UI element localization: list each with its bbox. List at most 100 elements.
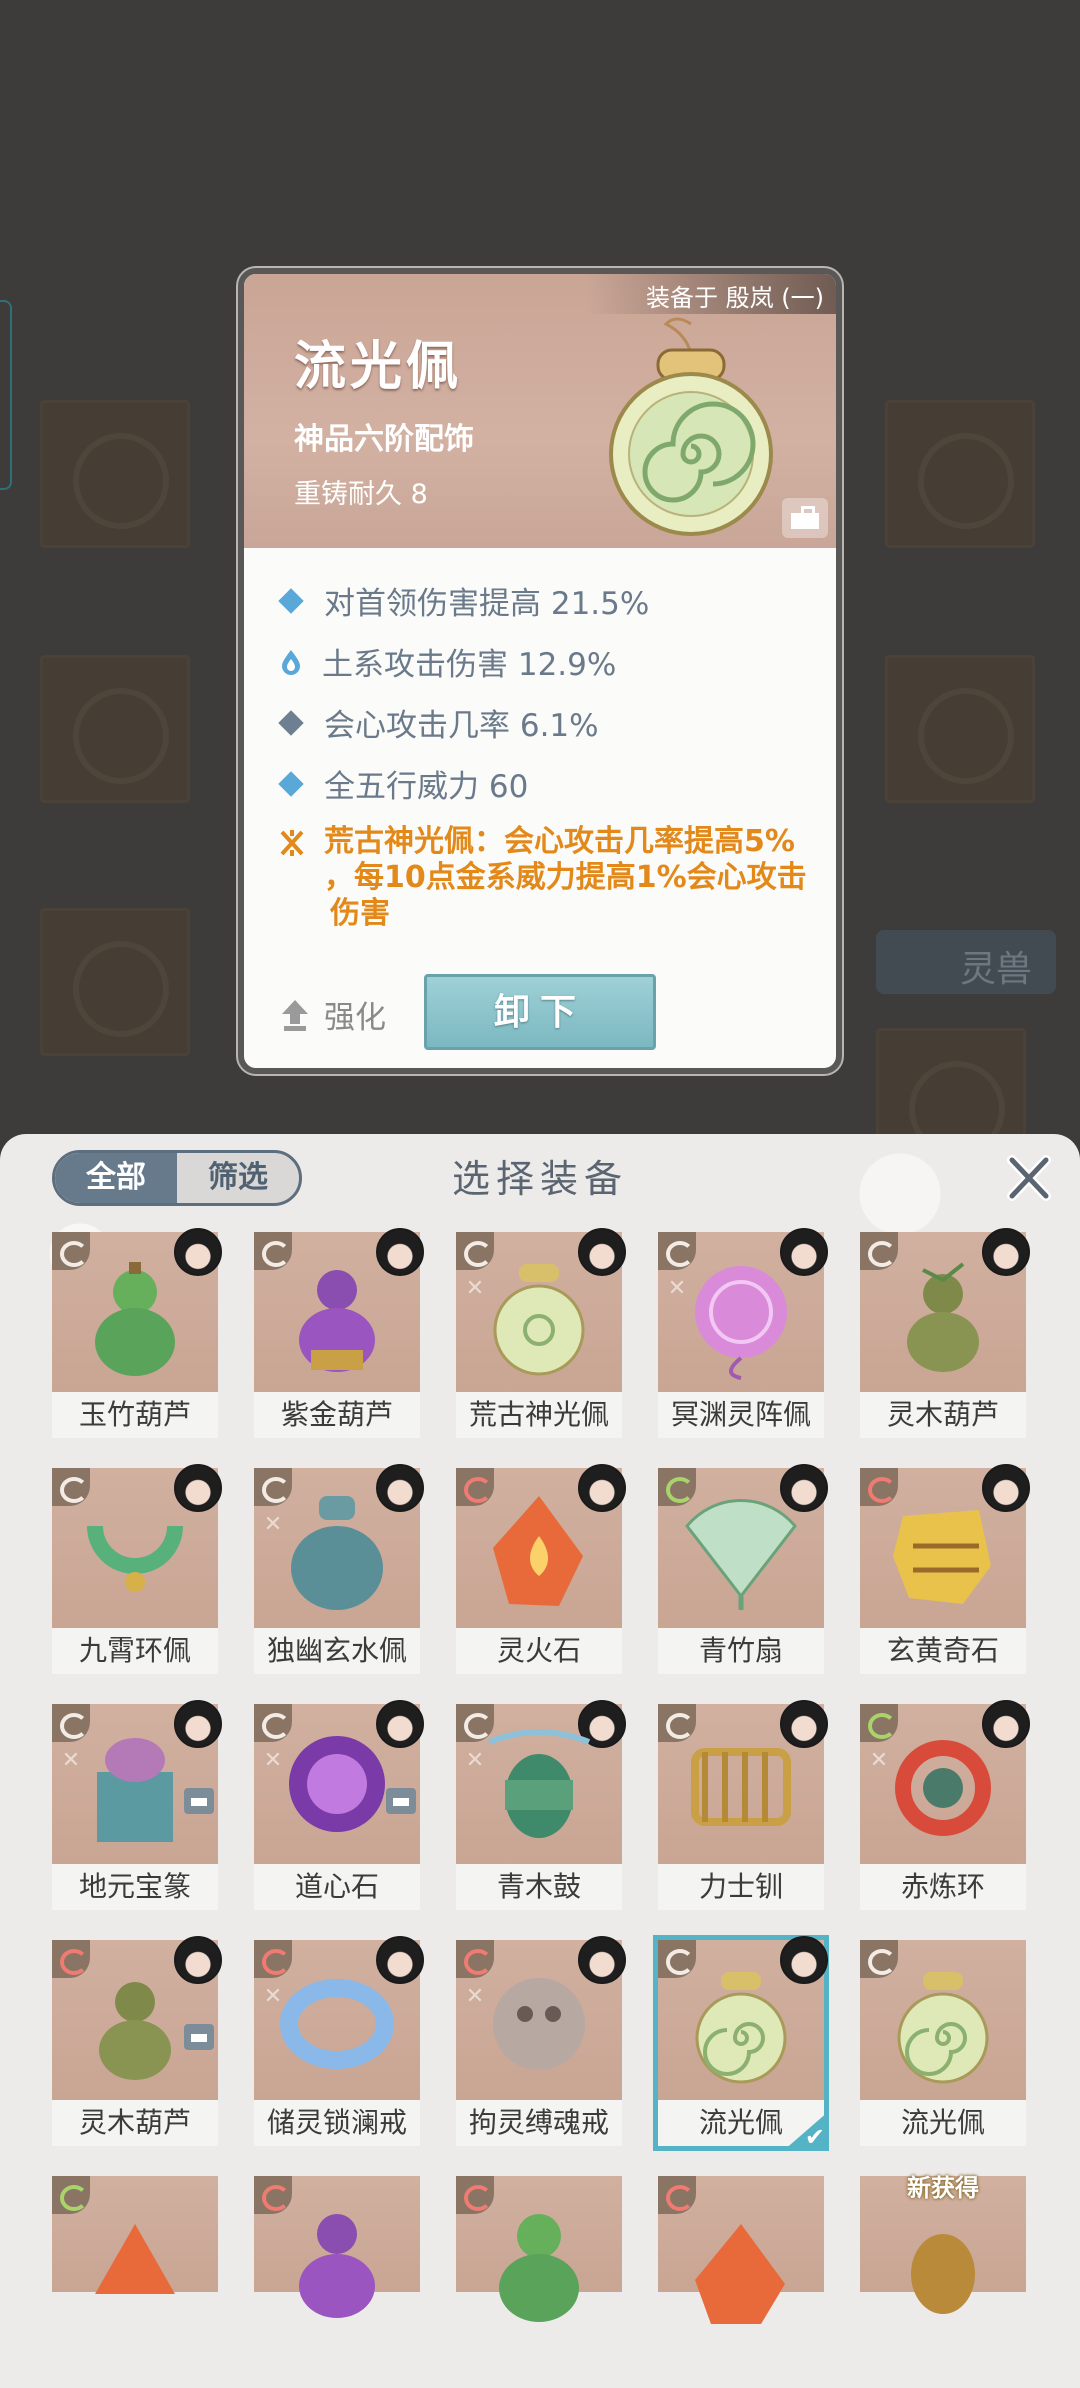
fire-stone-icon bbox=[493, 1496, 583, 1606]
equipment-tile[interactable] bbox=[658, 2176, 824, 2324]
equipment-tile[interactable]: ✕ 拘灵缚魂戒 bbox=[456, 1936, 626, 2146]
equipment-select-panel: 全部 筛选 选择装备 玉竹葫芦 紫金葫芦 ✕ 荒古神光佩 ✕ 冥渊灵阵佩 灵木葫… bbox=[0, 1134, 1080, 2388]
water-pendant-icon bbox=[291, 1496, 383, 1610]
gourd-icon bbox=[907, 1262, 979, 1372]
equipment-tile[interactable]: ✕ 独幽玄水佩 bbox=[254, 1464, 424, 1674]
seal-icon bbox=[97, 1738, 173, 1842]
stat-row: 土系攻击伤害 12.9% bbox=[274, 631, 814, 692]
equipment-tile[interactable]: 力士钏 bbox=[658, 1700, 828, 1910]
tile-label: 独幽玄水佩 bbox=[254, 1628, 420, 1674]
upgrade-button[interactable]: 强化 bbox=[280, 992, 386, 1037]
new-badge: 新获得 bbox=[907, 2174, 979, 2202]
ring-pendant-icon bbox=[87, 1525, 183, 1592]
equipment-tile-selected[interactable]: 流光佩 bbox=[653, 1935, 829, 2151]
tile-label: 拘灵缚魂戒 bbox=[456, 2100, 622, 2146]
equipment-tile[interactable]: 流光佩 bbox=[860, 1940, 1026, 2146]
equipment-tile[interactable] bbox=[52, 2176, 218, 2294]
equipment-tile[interactable]: 灵木葫芦 bbox=[860, 1228, 1030, 1438]
equip-slot-boots bbox=[40, 908, 190, 1056]
equipment-tile[interactable] bbox=[456, 2176, 622, 2322]
equip-slot-weapon bbox=[40, 400, 190, 548]
orb-icon bbox=[289, 1736, 385, 1832]
gourd-icon bbox=[299, 2214, 375, 2318]
gourd-icon bbox=[99, 1982, 171, 2080]
special-line: 伤害 bbox=[330, 896, 390, 931]
equipment-tile[interactable]: 玉竹葫芦 bbox=[52, 1228, 222, 1438]
gourd-icon bbox=[499, 2214, 579, 2322]
beast-icon bbox=[911, 2234, 975, 2314]
beast-ring-icon bbox=[493, 1978, 585, 2070]
equip-slot-armor bbox=[40, 655, 190, 803]
tile-label: 青木鼓 bbox=[456, 1864, 622, 1910]
tile-label: 灵火石 bbox=[456, 1628, 622, 1674]
flame-icon bbox=[282, 649, 300, 675]
panel-title: 选择装备 bbox=[451, 1157, 628, 1201]
equipment-tile[interactable]: 新获得 bbox=[860, 2174, 1026, 2314]
equipment-tile[interactable]: 玄黄奇石 bbox=[860, 1464, 1030, 1674]
tile-label: 九霄环佩 bbox=[52, 1628, 218, 1674]
tile-label: 冥渊灵阵佩 bbox=[658, 1392, 824, 1438]
stat-list: 对首领伤害提高 21.5% 土系攻击伤害 12.9% 会心攻击几率 6.1% 全… bbox=[274, 570, 814, 932]
tile-label: 灵木葫芦 bbox=[52, 2100, 218, 2146]
special-effect: 荒古神光佩：会心攻击几率提高5% ，每10点金系威力提高1%会心攻击 伤害 bbox=[274, 824, 814, 932]
upgrade-label: 强化 bbox=[324, 1000, 386, 1036]
tile-label: 紫金葫芦 bbox=[254, 1392, 420, 1438]
close-icon[interactable] bbox=[1004, 1154, 1052, 1202]
stat-text: 对首领伤害提高 21.5% bbox=[324, 586, 650, 622]
equip-slot-ring bbox=[885, 400, 1035, 548]
stat-row: 会心攻击几率 6.1% bbox=[274, 692, 814, 753]
crystal-icon bbox=[95, 2224, 175, 2294]
equipment-tile[interactable]: ✕ 道心石 bbox=[254, 1700, 424, 1910]
jade-pendant-icon bbox=[609, 317, 773, 536]
drum-icon bbox=[487, 1729, 591, 1838]
tile-label: 荒古神光佩 bbox=[456, 1392, 622, 1438]
equipment-tile[interactable]: 灵火石 bbox=[456, 1464, 626, 1674]
arrow-up-icon bbox=[282, 999, 308, 1031]
unequip-button[interactable]: 卸下 bbox=[424, 974, 656, 1050]
stat-text: 全五行威力 60 bbox=[324, 769, 529, 805]
tile-label: 流光佩 bbox=[860, 2100, 1026, 2146]
tile-label: 储灵锁澜戒 bbox=[254, 2100, 420, 2146]
special-line: ，每10点金系威力提高1%会心攻击 bbox=[324, 860, 807, 895]
item-detail-card: 装备于 殷岚 (一) 流光佩 神品六阶配饰 重铸耐久 8 对首领伤害提高 21.… bbox=[238, 268, 842, 1074]
rune-icon bbox=[280, 830, 304, 856]
card-header: 装备于 殷岚 (一) 流光佩 神品六阶配饰 重铸耐久 8 bbox=[244, 274, 836, 548]
bracelet-icon bbox=[691, 1748, 791, 1826]
equipped-on-label: 装备于 殷岚 (一) bbox=[586, 274, 836, 314]
gourd-icon bbox=[95, 1262, 175, 1376]
tile-label: 地元宝篆 bbox=[52, 1864, 218, 1910]
tile-label: 力士钏 bbox=[658, 1864, 824, 1910]
stat-text: 土系攻击伤害 12.9% bbox=[322, 647, 617, 683]
special-line: 荒古神光佩：会心攻击几率提高5% bbox=[324, 824, 795, 859]
tile-label: 赤炼环 bbox=[860, 1864, 1026, 1910]
fan-icon bbox=[685, 1499, 797, 1610]
item-name: 流光佩 bbox=[294, 336, 463, 397]
equip-slot-pet bbox=[876, 1028, 1026, 1157]
equipment-tile[interactable]: ✕ 荒古神光佩 bbox=[456, 1228, 626, 1438]
lock-icon[interactable] bbox=[782, 498, 828, 538]
equipment-tile[interactable]: 灵木葫芦 bbox=[52, 1936, 222, 2146]
stat-row: 对首领伤害提高 21.5% bbox=[274, 570, 814, 631]
item-durability: 重铸耐久 8 bbox=[294, 479, 428, 510]
equipment-tile[interactable] bbox=[254, 2176, 420, 2318]
tile-label: 玄黄奇石 bbox=[860, 1628, 1026, 1674]
gourd-icon bbox=[299, 1270, 375, 1372]
stat-text: 会心攻击几率 6.1% bbox=[324, 708, 599, 744]
equipment-tile[interactable]: ✕ 储灵锁澜戒 bbox=[254, 1936, 424, 2146]
array-pendant-icon bbox=[695, 1266, 787, 1380]
tile-label: 青竹扇 bbox=[658, 1628, 824, 1674]
diamond-icon bbox=[278, 770, 304, 797]
side-tab-edge bbox=[0, 300, 12, 490]
equipment-tile[interactable]: ✕ 冥渊灵阵佩 bbox=[658, 1228, 828, 1438]
equipment-tile[interactable]: 九霄环佩 bbox=[52, 1464, 222, 1674]
equipment-tile[interactable]: ✕ 地元宝篆 bbox=[52, 1700, 222, 1910]
equipment-tile[interactable]: ✕ 赤炼环 bbox=[860, 1700, 1030, 1910]
diamond-icon bbox=[278, 587, 304, 614]
equipment-tile[interactable]: 青竹扇 bbox=[658, 1464, 828, 1674]
tile-label: 道心石 bbox=[254, 1864, 420, 1910]
equipment-tile[interactable]: 紫金葫芦 bbox=[254, 1228, 424, 1438]
ring-icon bbox=[280, 1979, 394, 2069]
equipment-tile[interactable]: ✕ 青木鼓 bbox=[456, 1700, 626, 1910]
jade-pendant-icon bbox=[897, 1972, 989, 2084]
tile-label: 灵木葫芦 bbox=[860, 1392, 1026, 1438]
